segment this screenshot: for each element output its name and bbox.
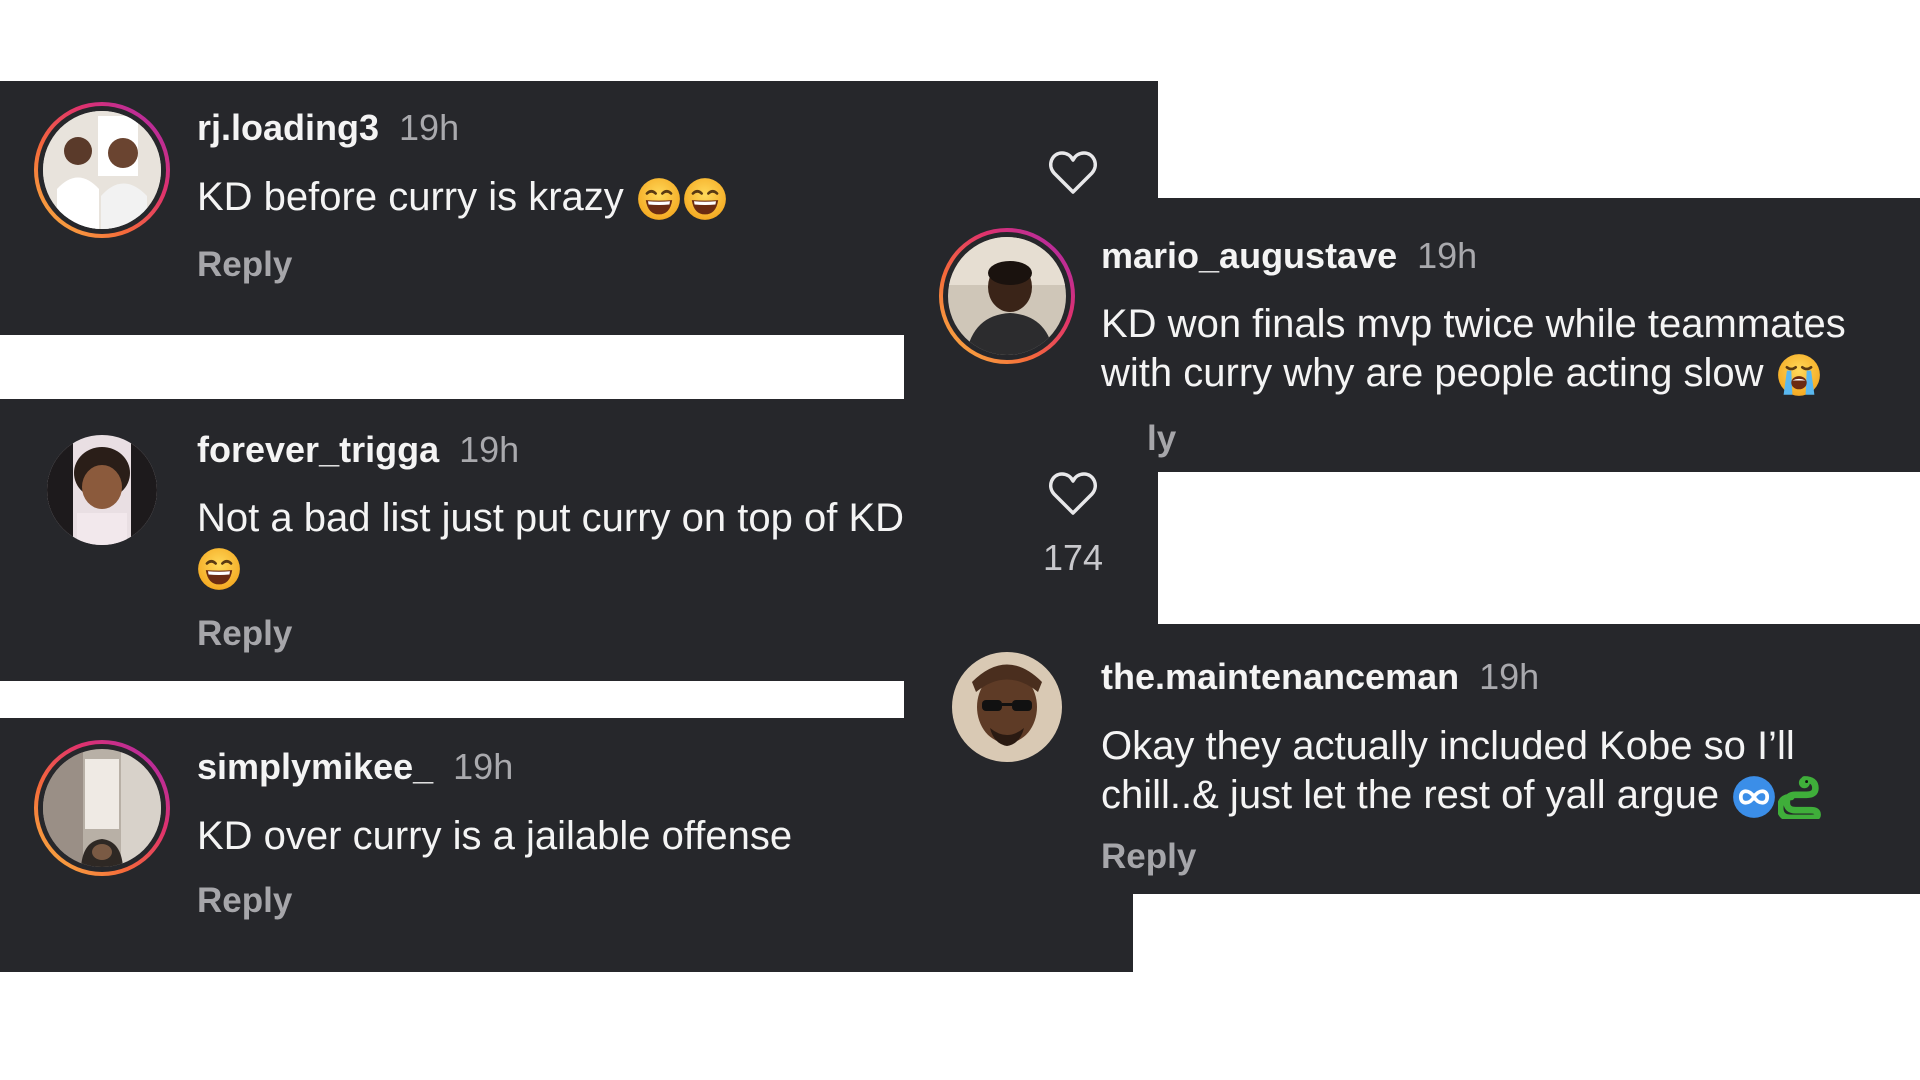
- loudly-crying-face-icon: [1777, 353, 1821, 397]
- grinning-squinting-face-icon: [637, 177, 681, 221]
- comment-text: KD before curry is krazy: [197, 173, 727, 222]
- heart-icon[interactable]: [1048, 150, 1098, 196]
- avatar-photo: [948, 237, 1066, 355]
- avatar-photo: [952, 652, 1062, 762]
- avatar[interactable]: [34, 102, 170, 238]
- comment-text-line: chill..& just let the rest of yall argue: [1101, 773, 1720, 817]
- snake-icon: [1778, 776, 1822, 820]
- avatar[interactable]: [939, 228, 1075, 364]
- comment-panel: the.maintenanceman 19h Okay they actually…: [904, 624, 1920, 894]
- reply-button[interactable]: Reply: [1101, 837, 1196, 877]
- timestamp: 19h: [453, 746, 514, 787]
- comment-text-body: KD before curry is krazy: [197, 175, 624, 219]
- comment-text-body: Not a bad list just put curry on top of …: [197, 496, 905, 540]
- avatar-photo: [43, 111, 161, 229]
- comment-panel: mario_augustave 19h KD won finals mvp twi…: [904, 198, 1920, 472]
- grinning-squinting-face-icon: [683, 177, 727, 221]
- timestamp: 19h: [1479, 656, 1540, 697]
- comment-text-line: KD won finals mvp twice while teammates: [1101, 302, 1846, 346]
- infinity-icon: [1733, 776, 1776, 819]
- timestamp: 19h: [399, 107, 460, 148]
- avatar-photo: [47, 435, 157, 545]
- avatar[interactable]: [34, 422, 170, 558]
- comment-text-line: Okay they actually included Kobe so I’ll: [1101, 724, 1795, 768]
- reply-button[interactable]: Reply: [197, 245, 292, 285]
- comment-text: Okay they actually included Kobe so I’ll…: [1101, 722, 1916, 820]
- comment-text: Not a bad list just put curry on top of …: [197, 494, 977, 592]
- username[interactable]: the.maintenanceman: [1101, 656, 1459, 697]
- comment-text: KD over curry is a jailable offense: [197, 814, 793, 858]
- avatar[interactable]: [939, 639, 1075, 775]
- reply-button[interactable]: Reply: [197, 881, 292, 921]
- comment-text: KD won finals mvp twice while teammates …: [1101, 300, 1916, 398]
- username[interactable]: rj.loading3: [197, 107, 379, 148]
- timestamp: 19h: [1417, 235, 1478, 276]
- avatar-photo: [43, 749, 161, 867]
- reply-button[interactable]: ly: [1147, 419, 1176, 459]
- avatar[interactable]: [34, 740, 170, 876]
- username[interactable]: simplymikee_: [197, 746, 433, 787]
- grinning-squinting-face-icon: [197, 547, 241, 591]
- timestamp: 19h: [459, 429, 520, 470]
- username[interactable]: mario_augustave: [1101, 235, 1397, 276]
- heart-icon[interactable]: [1048, 471, 1098, 517]
- like-count: 174: [1043, 537, 1104, 578]
- reply-button[interactable]: Reply: [197, 614, 292, 654]
- comment-text-line: with curry why are people acting slow: [1101, 351, 1764, 395]
- username[interactable]: forever_trigga: [197, 429, 439, 470]
